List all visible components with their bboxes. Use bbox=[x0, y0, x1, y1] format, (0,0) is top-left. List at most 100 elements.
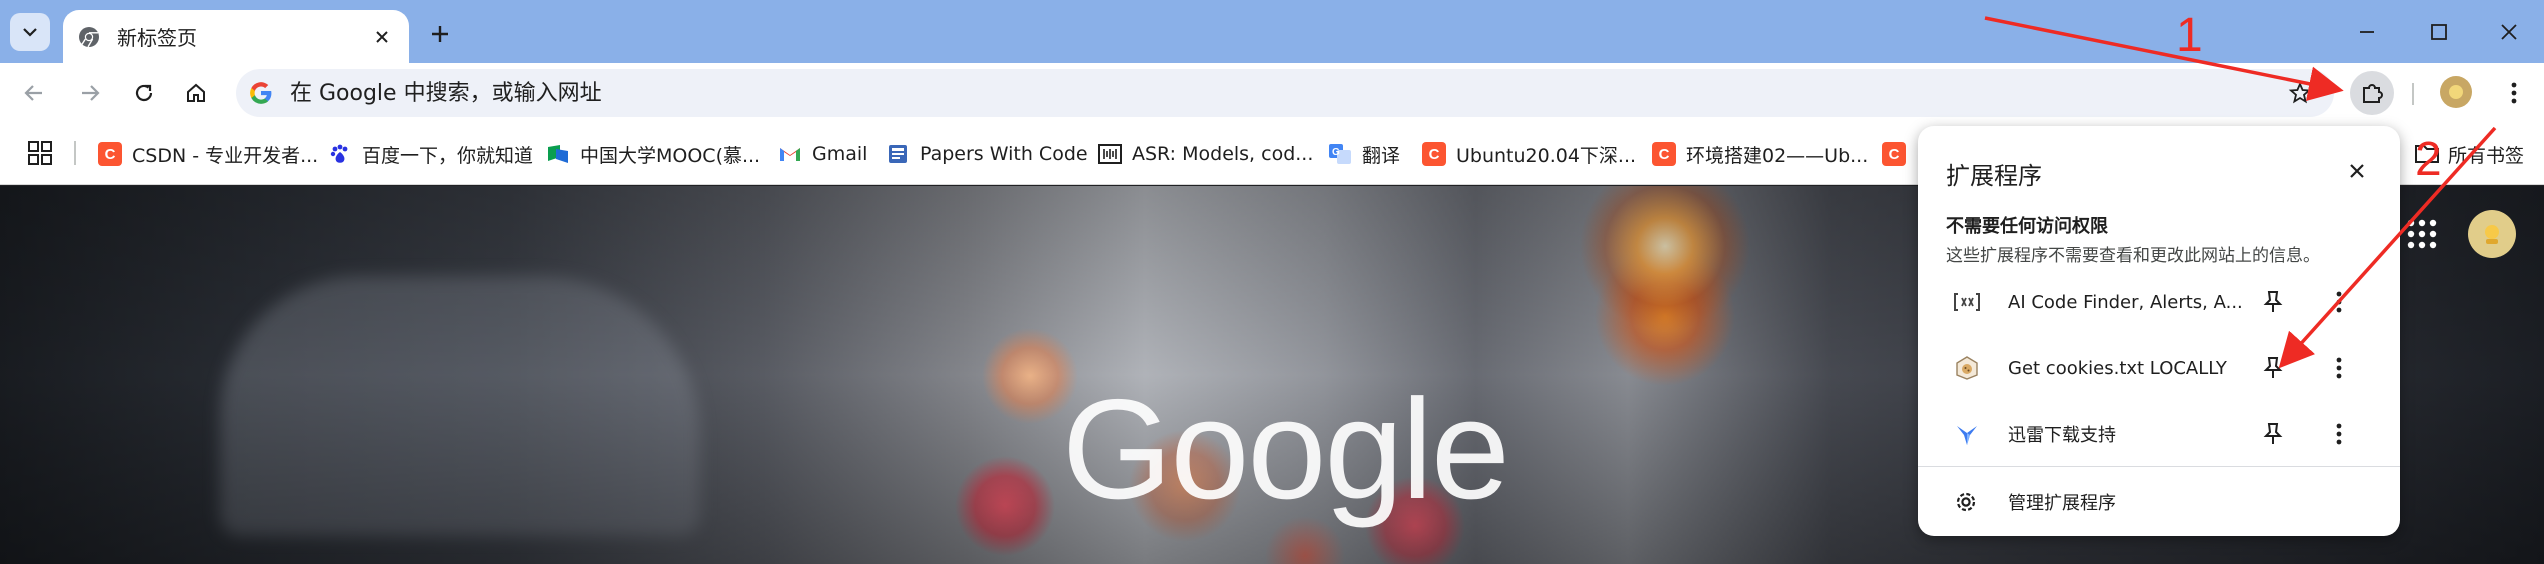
bookmark-item[interactable]: 百度一下，你就知道 bbox=[328, 137, 533, 171]
account-avatar[interactable] bbox=[2468, 210, 2516, 258]
bookmark-item[interactable]: C 环境搭建02——Ub... bbox=[1652, 137, 1868, 171]
more-options-button[interactable] bbox=[2322, 351, 2356, 385]
pin-button[interactable] bbox=[2256, 417, 2290, 451]
star-icon bbox=[2288, 81, 2312, 104]
mooc-icon bbox=[546, 142, 570, 166]
tab-title: 新标签页 bbox=[117, 26, 197, 50]
pin-button[interactable] bbox=[2256, 351, 2290, 385]
more-vertical-icon bbox=[2336, 357, 2342, 379]
manage-extensions-button[interactable]: 管理扩展程序 bbox=[1918, 474, 2400, 530]
address-bar[interactable] bbox=[236, 69, 2334, 117]
bookmark-item[interactable]: G 翻译 bbox=[1328, 137, 1400, 171]
popup-close-button[interactable] bbox=[2342, 156, 2372, 186]
chrome-menu-button[interactable] bbox=[2496, 75, 2532, 111]
cookie-icon bbox=[1954, 355, 1980, 381]
bookmark-item[interactable]: C CSDN - 专业开发者... bbox=[98, 137, 318, 171]
bookmark-label: 中国大学MOOC(慕... bbox=[580, 144, 761, 167]
reload-button[interactable] bbox=[124, 73, 164, 113]
maximize-button[interactable] bbox=[2404, 0, 2474, 63]
paperswithcode-icon bbox=[886, 142, 910, 166]
gmail-icon bbox=[778, 142, 802, 166]
csdn-icon: C bbox=[1882, 142, 1906, 166]
chrome-icon bbox=[79, 26, 99, 47]
bookmark-item[interactable]: Gmail bbox=[778, 137, 867, 171]
pin-icon bbox=[2263, 291, 2283, 312]
more-options-button[interactable] bbox=[2322, 285, 2356, 319]
window-close-button[interactable] bbox=[2474, 0, 2544, 63]
reload-icon bbox=[135, 84, 153, 102]
extension-item[interactable]: 迅雷下载支持 bbox=[1918, 402, 2400, 466]
more-vertical-icon bbox=[2336, 423, 2342, 445]
close-icon bbox=[2350, 164, 2364, 178]
arrow-left-icon bbox=[24, 85, 42, 101]
back-button[interactable] bbox=[14, 73, 54, 113]
close-icon bbox=[2501, 23, 2517, 40]
baidu-icon bbox=[328, 142, 352, 166]
csdn-icon: C bbox=[1422, 142, 1446, 166]
bookmark-label: 翻译 bbox=[1362, 144, 1401, 167]
extension-item[interactable]: Get cookies.txt LOCALLY bbox=[1918, 336, 2400, 400]
section-description: 这些扩展程序不需要查看和更改此网站上的信息。 bbox=[1946, 246, 2320, 266]
bookmark-label: ASR: Models, cod... bbox=[1132, 143, 1314, 165]
google-logo: Google bbox=[1062, 370, 1510, 529]
bookmark-label: 环境搭建02——Ub... bbox=[1686, 144, 1869, 167]
more-vertical-icon bbox=[2336, 291, 2342, 313]
forward-button[interactable] bbox=[70, 73, 110, 113]
tab-close-button[interactable] bbox=[369, 24, 395, 50]
tab-strip: 新标签页 bbox=[0, 0, 2544, 63]
bookmark-item[interactable]: Papers With Code bbox=[886, 137, 1088, 171]
bookmark-item[interactable]: C Ubuntu20.04下深... bbox=[1422, 137, 1636, 171]
puzzle-icon bbox=[2363, 84, 2383, 103]
extensions-button[interactable] bbox=[2350, 71, 2394, 115]
home-icon bbox=[187, 83, 205, 102]
toolbar bbox=[0, 63, 2544, 123]
annotation-number-2: 2 bbox=[2415, 133, 2442, 186]
popup-title: 扩展程序 bbox=[1946, 162, 2042, 190]
svg-text:G: G bbox=[1332, 147, 1340, 158]
new-tab-button[interactable] bbox=[422, 16, 458, 52]
bookmark-label: 百度一下，你就知道 bbox=[362, 144, 534, 167]
extension-name: AI Code Finder, Alerts, A... bbox=[2008, 291, 2243, 313]
extensions-popup: 扩展程序 不需要任何访问权限 这些扩展程序不需要查看和更改此网站上的信息。 AI… bbox=[1918, 126, 2400, 536]
apps-grid-icon[interactable] bbox=[26, 139, 54, 167]
avatar-icon bbox=[2449, 85, 2463, 99]
bookmark-star-button[interactable] bbox=[2282, 75, 2318, 111]
pwc-bracket-icon bbox=[1098, 142, 1122, 166]
close-icon bbox=[376, 30, 388, 43]
bookmark-item[interactable]: 中国大学MOOC(慕... bbox=[546, 137, 760, 171]
more-options-button[interactable] bbox=[2322, 417, 2356, 451]
xunlei-icon bbox=[1954, 421, 1980, 447]
google-g-icon bbox=[250, 82, 272, 104]
csdn-icon: C bbox=[1652, 142, 1676, 166]
manage-extensions-label: 管理扩展程序 bbox=[2008, 493, 2116, 514]
arrow-right-icon bbox=[82, 85, 100, 101]
bookmark-item-partial[interactable]: C bbox=[1882, 137, 1916, 171]
home-button[interactable] bbox=[176, 73, 216, 113]
google-apps-icon[interactable] bbox=[2404, 216, 2440, 252]
bookmark-label: Gmail bbox=[812, 143, 868, 165]
chevron-down-icon bbox=[23, 28, 37, 37]
bookmarks-separator bbox=[74, 141, 76, 165]
section-title: 不需要任何访问权限 bbox=[1946, 216, 2108, 237]
minimize-button[interactable] bbox=[2332, 0, 2402, 63]
minimize-icon bbox=[2360, 30, 2374, 33]
translate-icon: G bbox=[1328, 142, 1352, 166]
tab-search-button[interactable] bbox=[10, 13, 50, 51]
pin-button[interactable] bbox=[2256, 285, 2290, 319]
code-finder-icon bbox=[1954, 289, 1980, 315]
tab-new-tab[interactable]: 新标签页 bbox=[63, 10, 409, 63]
bookmark-label: CSDN - 专业开发者... bbox=[132, 144, 319, 167]
more-vertical-icon bbox=[2511, 82, 2517, 104]
avatar-icon bbox=[2485, 225, 2499, 244]
all-bookmarks-label: 所有书签 bbox=[2448, 144, 2525, 167]
plus-icon bbox=[432, 26, 448, 42]
popup-divider bbox=[1918, 466, 2400, 467]
extension-name: Get cookies.txt LOCALLY bbox=[2008, 357, 2227, 379]
address-input[interactable] bbox=[290, 80, 1990, 106]
pin-icon bbox=[2263, 357, 2283, 378]
extension-item[interactable]: AI Code Finder, Alerts, A... bbox=[1918, 270, 2400, 334]
extension-name: 迅雷下载支持 bbox=[2008, 425, 2116, 446]
profile-avatar-button[interactable] bbox=[2440, 76, 2472, 108]
csdn-icon: C bbox=[98, 142, 122, 166]
bookmark-item[interactable]: ASR: Models, cod... bbox=[1098, 137, 1313, 171]
